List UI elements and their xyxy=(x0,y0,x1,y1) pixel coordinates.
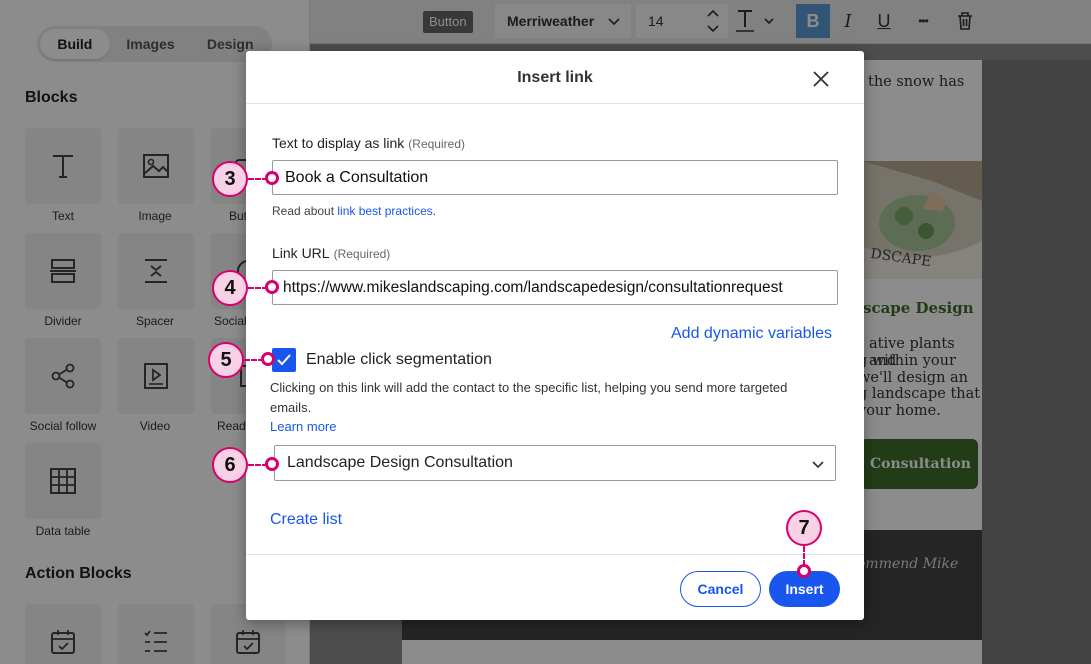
callout-dot xyxy=(265,457,279,471)
callout-dot xyxy=(261,352,275,366)
callout-3: 3 xyxy=(212,161,248,197)
required-note: (Required) xyxy=(333,247,391,261)
list-select[interactable]: Landscape Design Consultation xyxy=(274,445,836,481)
close-icon[interactable] xyxy=(809,67,833,91)
list-select-value: Landscape Design Consultation xyxy=(287,454,513,471)
callout-6: 6 xyxy=(212,447,248,483)
dialog-title: Insert link xyxy=(517,69,593,86)
url-field-label-text: Link URL xyxy=(272,245,330,261)
text-field-label: Text to display as link (Required) xyxy=(272,135,465,151)
segmentation-description: Clicking on this link will add the conta… xyxy=(270,380,788,415)
url-field-label: Link URL (Required) xyxy=(272,245,390,261)
callout-dot xyxy=(797,564,811,578)
chevron-down-icon xyxy=(812,461,824,469)
callout-7: 7 xyxy=(786,510,822,546)
click-segmentation-checkbox[interactable] xyxy=(272,348,296,372)
dialog-header: Insert link xyxy=(246,51,864,104)
create-list-link[interactable]: Create list xyxy=(270,511,342,529)
checkmark-icon xyxy=(277,354,291,366)
click-segmentation-label: Enable click segmentation xyxy=(306,351,492,368)
text-field-label-text: Text to display as link xyxy=(272,135,405,151)
learn-more-link[interactable]: Learn more xyxy=(270,419,336,434)
cancel-button[interactable]: Cancel xyxy=(680,571,761,607)
callout-connector xyxy=(803,546,805,566)
callout-dot xyxy=(265,171,279,185)
help-prefix: Read about xyxy=(272,204,338,218)
insert-link-dialog: Insert link Text to display as link (Requ… xyxy=(246,51,864,620)
link-best-practices-link[interactable]: link best practices xyxy=(337,204,432,218)
link-help-text: Read about link best practices. xyxy=(272,204,436,218)
required-note: (Required) xyxy=(408,137,465,151)
add-dynamic-variables-link[interactable]: Add dynamic variables xyxy=(671,325,832,343)
callout-5: 5 xyxy=(208,342,244,378)
help-suffix: . xyxy=(432,204,437,218)
callout-4: 4 xyxy=(212,270,248,306)
link-text-input[interactable] xyxy=(272,160,838,195)
callout-dot xyxy=(265,280,279,294)
link-url-input[interactable] xyxy=(272,270,838,305)
dialog-footer-divider xyxy=(246,554,864,555)
